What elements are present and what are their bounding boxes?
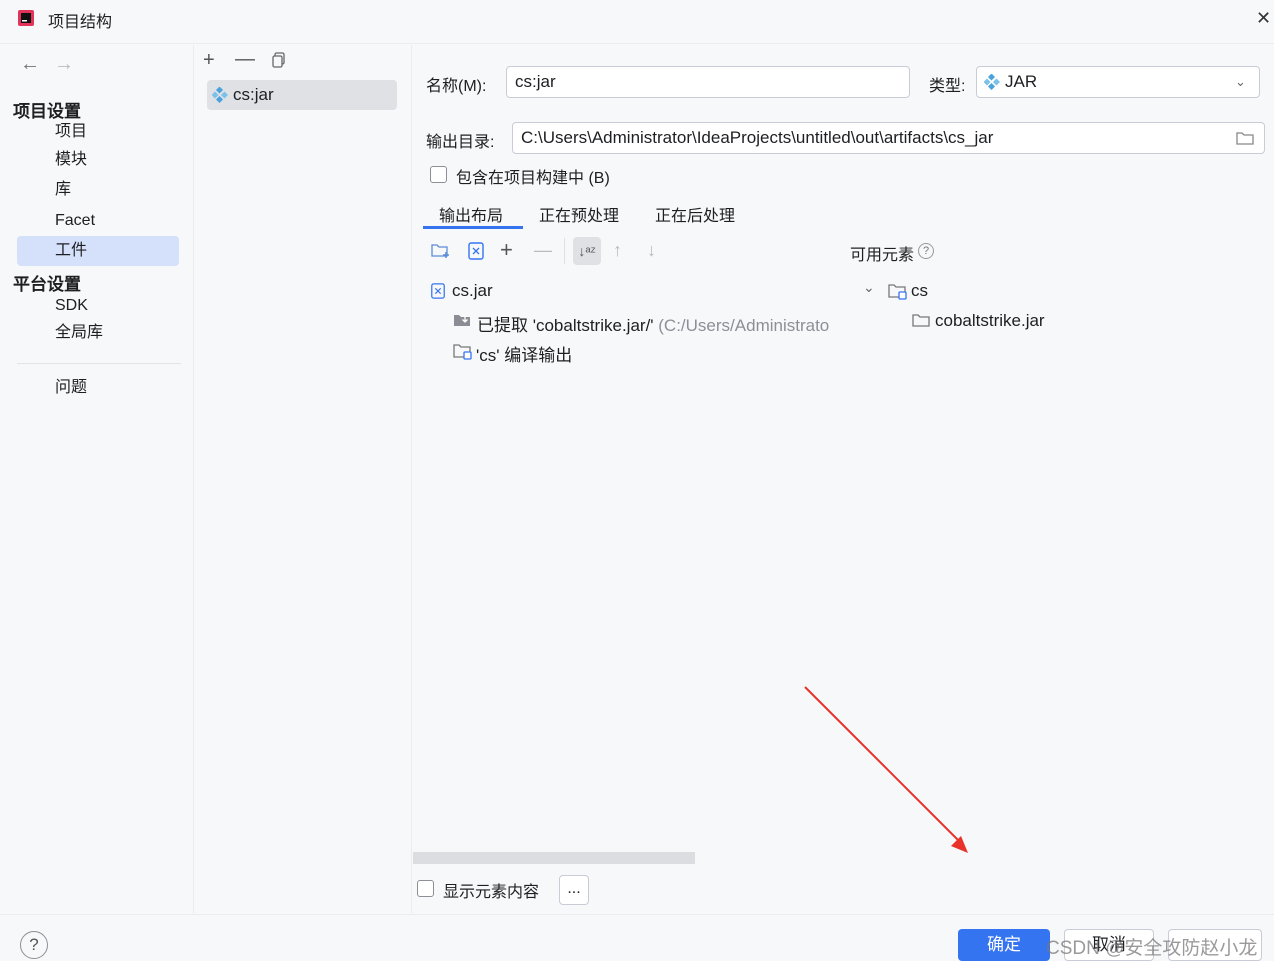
close-icon[interactable]: ✕: [1256, 8, 1271, 29]
include-in-build-checkbox[interactable]: [430, 166, 447, 183]
forward-arrow-icon[interactable]: →: [54, 53, 74, 76]
dialog-button-bar: ? 确定 取消 CSDN @安全攻防赵小龙: [0, 914, 1274, 961]
nav-item-global-libraries[interactable]: 全局库: [17, 318, 179, 348]
show-content-checkbox[interactable]: [417, 880, 434, 897]
tab-output-layout[interactable]: 输出布局: [439, 202, 503, 226]
chevron-down-icon: ⌄: [1235, 74, 1246, 89]
remove-artifact-icon[interactable]: —: [235, 49, 255, 69]
move-down-icon[interactable]: ↓: [647, 241, 656, 259]
artifacts-list-panel: + — cs:jar: [195, 45, 412, 913]
artifact-editor: 名称(M): cs:jar 类型: JAR ⌄ 输出目录: C:\Users\A…: [413, 45, 1274, 913]
red-arrow-annotation: [804, 686, 968, 853]
horizontal-scrollbar[interactable]: [413, 852, 695, 864]
title-bar: 项目结构 ✕: [0, 0, 1274, 44]
nav-item-problems[interactable]: 问题: [17, 373, 179, 403]
name-label: 名称(M):: [426, 78, 487, 95]
show-content-label: 显示元素内容: [443, 884, 540, 901]
jar-archive-icon: [431, 283, 445, 299]
help-question-icon[interactable]: ?: [918, 243, 934, 259]
nav-item-libraries[interactable]: 库: [17, 175, 179, 205]
help-button[interactable]: ?: [20, 931, 48, 959]
type-select[interactable]: JAR ⌄: [976, 66, 1260, 98]
csdn-watermark: CSDN @安全攻防赵小龙: [1046, 938, 1258, 959]
jar-type-icon: [984, 74, 1000, 90]
tab-pre-processing[interactable]: 正在预处理: [539, 202, 619, 226]
nav-item-facets[interactable]: Facet: [17, 206, 179, 236]
nav-item-artifacts[interactable]: 工件: [17, 236, 179, 266]
add-artifact-icon[interactable]: +: [203, 50, 215, 70]
extracted-directory-icon: [454, 315, 470, 326]
add-element-icon[interactable]: +: [500, 239, 513, 261]
nav-divider: [17, 363, 181, 364]
folder-icon: [912, 314, 930, 327]
settings-sidebar: ← → 项目设置 项目 模块 库 Facet 工件 平台设置 SDK 全局库 问…: [2, 45, 194, 913]
nav-item-modules[interactable]: 模块: [17, 145, 179, 175]
create-directory-icon[interactable]: [431, 242, 451, 260]
jar-artifact-icon: [212, 87, 228, 103]
active-tab-indicator: [423, 226, 523, 229]
type-select-value: JAR: [1005, 72, 1038, 91]
layout-tree-compile-output[interactable]: 'cs' 编译输出: [476, 341, 572, 366]
extracted-item-label: 已提取 'cobaltstrike.jar/': [477, 316, 654, 335]
copy-artifact-icon[interactable]: [271, 52, 287, 68]
available-elements-title: 可用元素: [850, 247, 915, 264]
type-label: 类型:: [929, 78, 966, 95]
available-tree-root[interactable]: cs: [911, 281, 928, 301]
window-title: 项目结构: [48, 14, 113, 31]
intellij-app-icon: [18, 10, 34, 26]
name-input[interactable]: cs:jar: [506, 66, 910, 98]
artifact-item-label: cs:jar: [233, 85, 274, 104]
available-tree-item[interactable]: cobaltstrike.jar: [935, 311, 1045, 331]
output-dir-value: C:\Users\Administrator\IdeaProjects\unti…: [521, 128, 994, 147]
module-output-folder-icon: [453, 344, 472, 360]
include-in-build-label: 包含在项目构建中 (B): [456, 170, 610, 187]
back-arrow-icon[interactable]: ←: [20, 53, 40, 76]
tab-post-processing[interactable]: 正在后处理: [655, 202, 735, 226]
sort-elements-icon[interactable]: ↓ᵃᶻ: [573, 237, 601, 265]
move-up-icon[interactable]: ↑: [613, 241, 622, 259]
ok-button[interactable]: 确定: [958, 929, 1050, 961]
browse-folder-icon[interactable]: [1236, 130, 1254, 146]
output-dir-input[interactable]: C:\Users\Administrator\IdeaProjects\unti…: [512, 122, 1265, 154]
module-folder-icon: [888, 284, 907, 300]
create-archive-icon[interactable]: [467, 242, 485, 260]
layout-tree-extracted-item[interactable]: 已提取 'cobaltstrike.jar/' (C:/Users/Admini…: [477, 311, 847, 336]
chevron-down-icon[interactable]: ⌄: [863, 279, 875, 296]
toolbar-separator: [564, 238, 565, 264]
layout-tree-root[interactable]: cs.jar: [452, 281, 493, 301]
extracted-item-path: (C:/Users/Administrato: [653, 316, 830, 335]
artifact-item-cs-jar[interactable]: cs:jar: [207, 80, 397, 110]
output-dir-label: 输出目录:: [426, 134, 495, 151]
nav-item-project[interactable]: 项目: [17, 117, 179, 147]
more-options-button[interactable]: ...: [559, 875, 589, 905]
nav-item-sdk[interactable]: SDK: [17, 291, 179, 321]
remove-element-icon[interactable]: —: [534, 241, 552, 259]
